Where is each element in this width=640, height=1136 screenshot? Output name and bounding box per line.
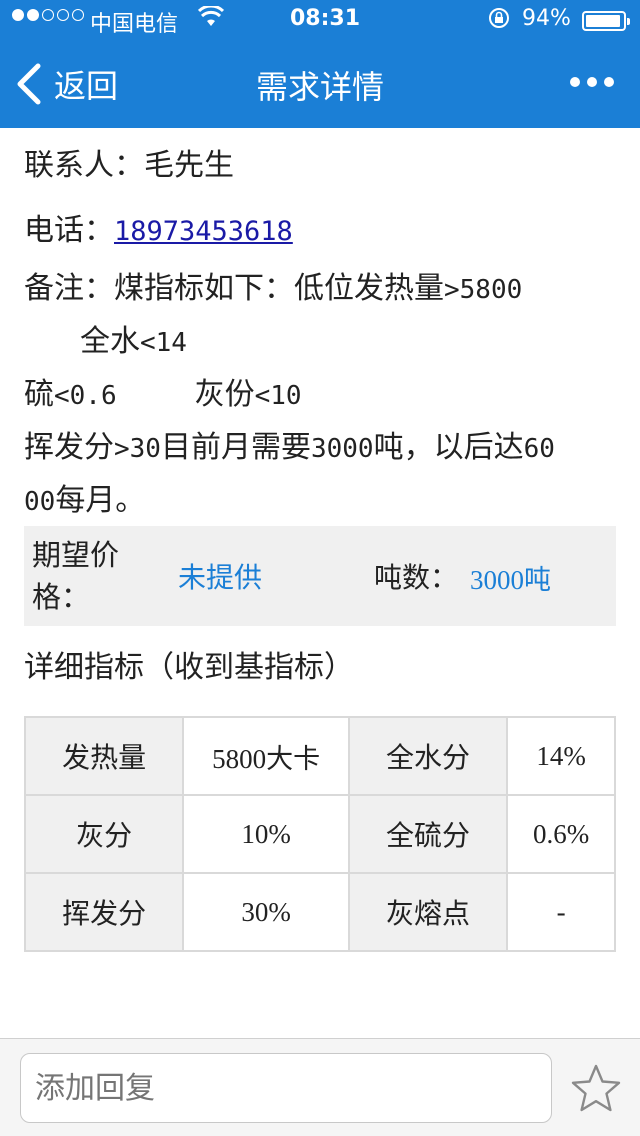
remark-text-segment: <0.6 [54, 381, 117, 411]
remark-text-segment: 硫 [24, 377, 54, 412]
battery-icon [582, 11, 630, 31]
remark-text-segment: 00 [24, 487, 56, 517]
carrier-name: 中国电信 [90, 12, 179, 37]
spec-key: 全水分 [347, 716, 509, 796]
star-icon[interactable] [568, 1061, 624, 1117]
spec-value: 0.6% [506, 794, 616, 874]
signal-strength-icon [12, 9, 84, 21]
phone-label: 电话： [24, 213, 114, 248]
status-bar: 中国电信 08:31 94% [0, 0, 640, 40]
spec-value: 30% [182, 872, 350, 952]
spec-value: 14% [506, 716, 616, 796]
clock: 08:31 [290, 6, 361, 31]
battery-percent: 94% [522, 6, 571, 31]
spec-key: 挥发分 [23, 872, 185, 952]
expected-price-label: 期望价格： [32, 538, 120, 614]
remark-text-segment: 每月。 [55, 483, 146, 518]
spec-key: 灰分 [23, 794, 185, 874]
remark-text-segment: 煤指标如下：低位发热量 [114, 271, 444, 306]
remark-text: 备注：煤指标如下：低位发热量>5800 全水<14 硫<0.6 灰份<10 挥发分… [24, 263, 624, 528]
spec-key: 灰熔点 [347, 872, 509, 952]
remark-text-segment: 全水 [80, 324, 140, 359]
top-bar: 中国电信 08:31 94% 返回 需求详情 [0, 0, 640, 128]
remark-text-segment: 60 [523, 434, 555, 464]
phone-row: 电话：18973453618 [24, 205, 293, 249]
contact-value: 毛先生 [144, 148, 234, 183]
remark-text-segment: <14 [140, 328, 187, 358]
remark-label: 备注： [24, 271, 114, 306]
reply-bar [0, 1038, 640, 1136]
more-dots-icon[interactable] [570, 74, 614, 90]
table-row: 挥发分 30% 灰熔点 - [23, 872, 616, 952]
spec-key: 全硫分 [347, 794, 509, 874]
spec-value: 10% [182, 794, 350, 874]
table-row: 灰分 10% 全硫分 0.6% [23, 794, 616, 874]
remark-text-segment: 3000 [310, 434, 374, 464]
specs-table: 发热量 5800大卡 全水分 14% 灰分 10% 全硫分 0.6% 挥发分 3… [23, 716, 616, 952]
remark-text-segment: >30 [114, 434, 161, 464]
price-summary: 期望价格： 未提供 吨数： 3000吨 [24, 526, 616, 626]
remark-text-segment: <10 [254, 381, 302, 411]
spec-value: 5800大卡 [182, 716, 350, 796]
remark-text-segment: 灰份 [194, 377, 255, 412]
spec-value: - [506, 872, 616, 952]
tonnage-label: 吨数： [374, 561, 459, 594]
spec-key: 发热量 [23, 716, 185, 796]
specs-title: 详细指标（收到基指标） [24, 650, 354, 685]
table-row: 发热量 5800大卡 全水分 14% [23, 716, 616, 796]
phone-link[interactable]: 18973453618 [114, 216, 293, 247]
navigation-bar: 返回 需求详情 [0, 40, 640, 128]
reply-input[interactable] [20, 1053, 552, 1123]
remark-text-segment: >5800 [444, 275, 523, 305]
remark-text-segment: 吨，以后达 [373, 430, 524, 465]
page-title: 需求详情 [255, 68, 384, 106]
expected-price-value: 未提供 [178, 561, 263, 594]
contact-label: 联系人： [24, 148, 144, 183]
contact-row: 联系人：毛先生 [24, 140, 234, 184]
wifi-icon [197, 4, 225, 34]
rotation-lock-icon [488, 7, 510, 35]
remark-text-segment: 目前月需要 [160, 430, 311, 465]
tonnage-value: 3000吨 [470, 565, 551, 595]
remark-text-segment: 挥发分 [24, 430, 114, 465]
